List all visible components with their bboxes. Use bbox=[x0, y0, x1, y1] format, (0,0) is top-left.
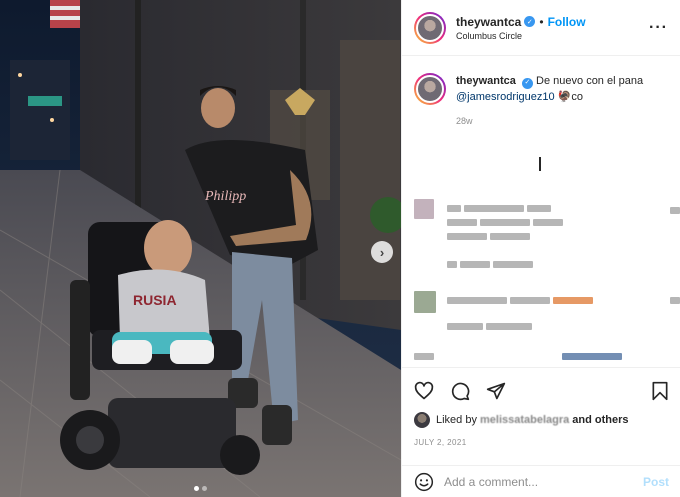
emoji-icon: 🦃 bbox=[557, 91, 572, 103]
comment-input[interactable] bbox=[444, 474, 643, 489]
add-comment-bar: Post bbox=[402, 465, 680, 497]
blurred-comment bbox=[414, 291, 436, 313]
svg-text:Philipp: Philipp bbox=[204, 189, 246, 204]
blurred-comment bbox=[414, 353, 434, 360]
post-header: theywantca ✓ • Follow Columbus Circle ··… bbox=[402, 0, 680, 56]
blurred-comment-text bbox=[447, 233, 530, 240]
more-options-icon[interactable]: ··· bbox=[649, 19, 668, 37]
blurred-comment-text bbox=[447, 297, 593, 304]
follow-button[interactable]: Follow bbox=[548, 15, 586, 29]
post-side-panel: theywantca ✓ • Follow Columbus Circle ··… bbox=[401, 0, 680, 497]
blurred-comment-text bbox=[447, 205, 551, 212]
caption: theywantca ✓ De nuevo con el pana @james… bbox=[414, 73, 669, 129]
header-username[interactable]: theywantca bbox=[456, 15, 521, 29]
liked-by-prefix: Liked by bbox=[436, 414, 477, 426]
post-actions: Liked by melissatabelagra and others JUL… bbox=[402, 367, 680, 447]
liker-avatar[interactable] bbox=[414, 412, 430, 428]
likes-others-link[interactable]: and others bbox=[572, 414, 628, 426]
caption-suffix: co bbox=[571, 91, 583, 103]
caption-username[interactable]: theywantca bbox=[456, 75, 516, 87]
verified-icon: ✓ bbox=[521, 77, 533, 89]
blurred-like bbox=[670, 297, 680, 304]
verified-icon: ✓ bbox=[524, 16, 536, 27]
caption-time: 28w bbox=[456, 116, 473, 126]
post-date[interactable]: JULY 2, 2021 bbox=[414, 438, 669, 447]
next-slide-button[interactable]: › bbox=[371, 241, 393, 263]
emoji-icon[interactable] bbox=[414, 472, 434, 492]
comments-list[interactable]: theywantca ✓ De nuevo con el pana @james… bbox=[402, 57, 680, 366]
carousel-dot bbox=[194, 486, 199, 491]
liked-by: Liked by melissatabelagra and others bbox=[414, 412, 669, 428]
heart-icon[interactable] bbox=[414, 381, 434, 401]
street-scene-photo: Philipp RUSIA bbox=[0, 0, 401, 497]
carousel-indicator bbox=[0, 486, 401, 491]
mention-link[interactable]: @jamesrodriguez10 bbox=[456, 91, 555, 103]
svg-text:RUSIA: RUSIA bbox=[133, 292, 177, 308]
avatar[interactable] bbox=[414, 73, 446, 105]
loading-indicator bbox=[539, 157, 541, 171]
liker-username[interactable]: melissatabelagra bbox=[480, 414, 569, 426]
bookmark-icon[interactable] bbox=[651, 381, 669, 401]
blurred-comment-text bbox=[447, 261, 533, 268]
post-photo[interactable]: Philipp RUSIA › bbox=[0, 0, 401, 497]
blurred-like bbox=[670, 207, 680, 214]
post-comment-button[interactable]: Post bbox=[643, 475, 669, 489]
location-link[interactable]: Columbus Circle bbox=[456, 31, 649, 41]
comment-icon[interactable] bbox=[450, 381, 470, 401]
caption-text: De nuevo con el pana bbox=[536, 75, 644, 87]
blurred-comment-text bbox=[447, 219, 563, 226]
avatar[interactable] bbox=[414, 11, 446, 44]
blurred-comment-text bbox=[447, 323, 532, 330]
blurred-comment-text bbox=[562, 353, 622, 360]
header-separator: • bbox=[539, 14, 544, 29]
chevron-right-icon: › bbox=[379, 244, 385, 260]
instagram-post: Philipp RUSIA › theywantca ✓ • Follow Co… bbox=[0, 0, 680, 497]
share-icon[interactable] bbox=[486, 381, 506, 401]
blurred-comment bbox=[414, 199, 434, 219]
carousel-dot bbox=[202, 486, 207, 491]
